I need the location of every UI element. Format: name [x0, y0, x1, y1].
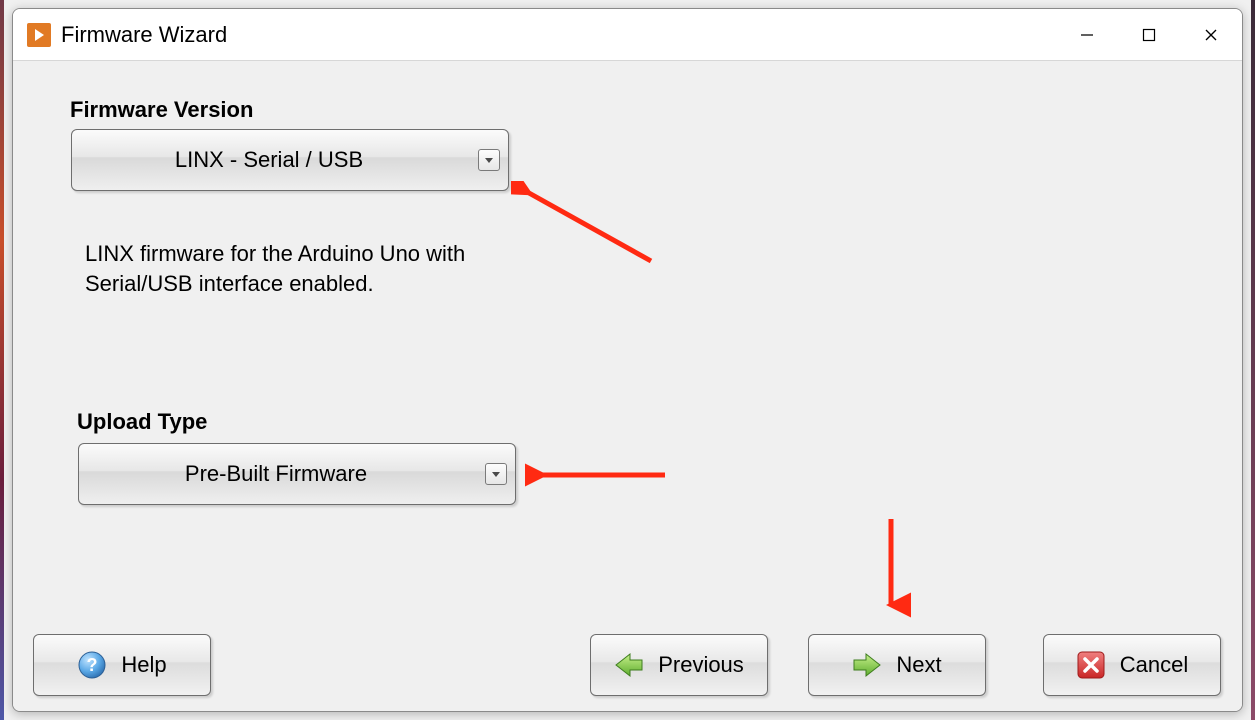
firmware-description: LINX firmware for the Arduino Uno with S…: [85, 239, 465, 298]
previous-button-label: Previous: [658, 652, 744, 678]
titlebar: Firmware Wizard: [13, 9, 1242, 61]
arrow-right-icon: [852, 651, 882, 679]
upload-type-selected: Pre-Built Firmware: [185, 461, 367, 487]
window-controls: [1056, 9, 1242, 60]
help-button[interactable]: ? Help: [33, 634, 211, 696]
upload-type-label: Upload Type: [77, 409, 207, 435]
arrow-left-icon: [614, 651, 644, 679]
firmware-version-selected: LINX - Serial / USB: [175, 147, 363, 173]
client-area: Firmware Version LINX - Serial / USB LIN…: [13, 61, 1242, 711]
help-icon: ?: [77, 650, 107, 680]
firmware-version-label: Firmware Version: [70, 97, 253, 123]
previous-button[interactable]: Previous: [590, 634, 768, 696]
chevron-down-icon: [485, 463, 507, 485]
app-icon: [27, 23, 51, 47]
minimize-button[interactable]: [1056, 9, 1118, 60]
firmware-version-combo[interactable]: LINX - Serial / USB: [71, 129, 509, 191]
svg-text:?: ?: [87, 655, 98, 675]
close-button[interactable]: [1180, 9, 1242, 60]
upload-type-combo[interactable]: Pre-Built Firmware: [78, 443, 516, 505]
next-button-label: Next: [896, 652, 941, 678]
next-button[interactable]: Next: [808, 634, 986, 696]
annotation-arrow-icon: [511, 181, 671, 281]
cancel-button-label: Cancel: [1120, 652, 1188, 678]
firmware-wizard-window: Firmware Wizard Firmware Version LINX - …: [12, 8, 1243, 712]
window-title: Firmware Wizard: [61, 22, 227, 48]
firmware-description-line: Serial/USB interface enabled.: [85, 269, 465, 299]
help-button-label: Help: [121, 652, 166, 678]
close-icon: [1076, 650, 1106, 680]
cancel-button[interactable]: Cancel: [1043, 634, 1221, 696]
maximize-button[interactable]: [1118, 9, 1180, 60]
chevron-down-icon: [478, 149, 500, 171]
annotation-arrow-icon: [871, 513, 911, 623]
annotation-arrow-icon: [525, 457, 685, 497]
firmware-description-line: LINX firmware for the Arduino Uno with: [85, 239, 465, 269]
